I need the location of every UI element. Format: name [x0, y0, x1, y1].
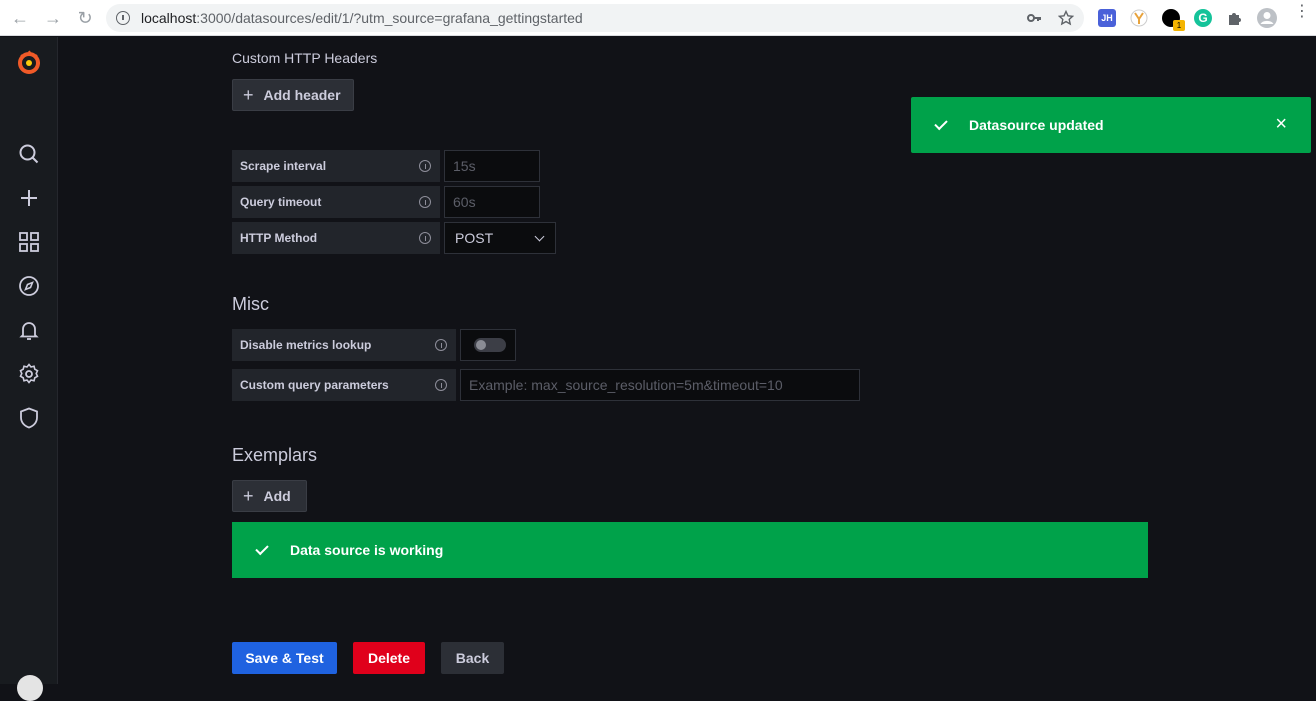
check-icon	[934, 116, 948, 130]
data-source-working-alert: Data source is working	[232, 522, 1148, 578]
disable-metrics-lookup-text: Disable metrics lookup	[240, 338, 372, 352]
address-bar[interactable]: localhost:3000/datasources/edit/1/?utm_s…	[106, 4, 1084, 32]
custom-http-headers-title: Custom HTTP Headers	[232, 50, 378, 66]
info-icon[interactable]	[435, 339, 447, 351]
grammarly-icon[interactable]: G	[1194, 9, 1212, 27]
extension-badge-count: 1	[1173, 20, 1185, 31]
scrape-interval-input[interactable]: 15s	[444, 150, 540, 182]
add-header-label: Add header	[263, 87, 341, 103]
jh-extension-icon[interactable]: JH	[1098, 9, 1116, 27]
query-timeout-placeholder: 60s	[453, 194, 476, 210]
delete-button[interactable]: Delete	[353, 642, 425, 674]
disable-metrics-lookup-switch-container	[460, 329, 516, 361]
http-method-label: HTTP Method	[232, 222, 440, 254]
bookmark-star-icon[interactable]	[1058, 10, 1074, 26]
info-icon[interactable]	[419, 196, 431, 208]
datasource-updated-toast: Datasource updated ×	[911, 97, 1311, 153]
sidebar	[0, 37, 58, 701]
configuration-gear-icon[interactable]	[17, 362, 41, 386]
alerting-bell-icon[interactable]	[17, 318, 41, 342]
add-exemplar-label: Add	[263, 488, 291, 504]
disable-metrics-lookup-label: Disable metrics lookup	[232, 329, 456, 361]
url-text[interactable]: localhost:3000/datasources/edit/1/?utm_s…	[141, 10, 583, 26]
save-test-button[interactable]: Save & Test	[232, 642, 337, 674]
create-plus-icon[interactable]	[17, 186, 41, 210]
back-button[interactable]: Back	[441, 642, 504, 674]
info-icon[interactable]	[435, 379, 447, 391]
scrape-interval-label-text: Scrape interval	[240, 159, 327, 173]
puzzle-extensions-icon[interactable]	[1226, 9, 1244, 27]
disable-metrics-lookup-toggle[interactable]	[474, 338, 506, 352]
yarn-extension-icon[interactable]	[1130, 9, 1148, 27]
key-icon[interactable]	[1026, 10, 1042, 26]
forward-arrow-icon[interactable]: →	[43, 8, 63, 28]
http-method-select[interactable]: POST	[444, 222, 556, 254]
server-admin-shield-icon[interactable]	[17, 406, 41, 430]
grafana-logo-icon[interactable]	[16, 49, 42, 75]
search-icon[interactable]	[17, 142, 41, 166]
http-method-label-text: HTTP Method	[240, 231, 318, 245]
close-icon[interactable]: ×	[1275, 114, 1287, 134]
profile-avatar-icon[interactable]	[1256, 7, 1278, 29]
info-icon[interactable]	[419, 160, 431, 172]
site-info-icon[interactable]	[116, 11, 130, 25]
reload-icon[interactable]: ↻	[75, 8, 95, 28]
add-exemplar-button[interactable]: + Add	[232, 480, 307, 512]
query-timeout-label: Query timeout	[232, 186, 440, 218]
browser-menu-icon[interactable]: ⋮	[1294, 4, 1310, 27]
exemplars-section-title: Exemplars	[232, 445, 318, 465]
url-host: localhost	[141, 10, 197, 26]
chevron-down-icon	[534, 231, 545, 242]
url-path: :3000/datasources/edit/1/?utm_source=gra…	[196, 10, 583, 26]
info-icon[interactable]	[419, 232, 431, 244]
custom-query-parameters-label: Custom query parameters	[232, 369, 456, 401]
custom-query-parameters-input[interactable]: Example: max_source_resolution=5m&timeou…	[460, 369, 860, 401]
query-timeout-label-text: Query timeout	[240, 195, 322, 209]
browser-toolbar: ← → ↻ localhost:3000/datasources/edit/1/…	[0, 0, 1316, 36]
custom-query-parameters-placeholder: Example: max_source_resolution=5m&timeou…	[469, 377, 783, 393]
plus-icon: +	[243, 85, 254, 105]
query-timeout-input[interactable]: 60s	[444, 186, 540, 218]
check-icon	[255, 541, 269, 555]
data-source-working-text: Data source is working	[290, 542, 444, 558]
toast-text: Datasource updated	[969, 117, 1104, 133]
explore-compass-icon[interactable]	[17, 274, 41, 298]
dashboards-icon[interactable]	[17, 230, 41, 254]
plus-icon: +	[243, 486, 254, 506]
add-header-button[interactable]: + Add header	[232, 79, 354, 111]
back-arrow-icon[interactable]: ←	[10, 8, 30, 28]
misc-section-title: Misc	[232, 294, 269, 314]
http-method-value: POST	[455, 230, 494, 246]
scrape-interval-placeholder: 15s	[453, 158, 476, 174]
scrape-interval-label: Scrape interval	[232, 150, 440, 182]
user-avatar[interactable]	[17, 675, 43, 701]
custom-query-parameters-text: Custom query parameters	[240, 378, 389, 392]
